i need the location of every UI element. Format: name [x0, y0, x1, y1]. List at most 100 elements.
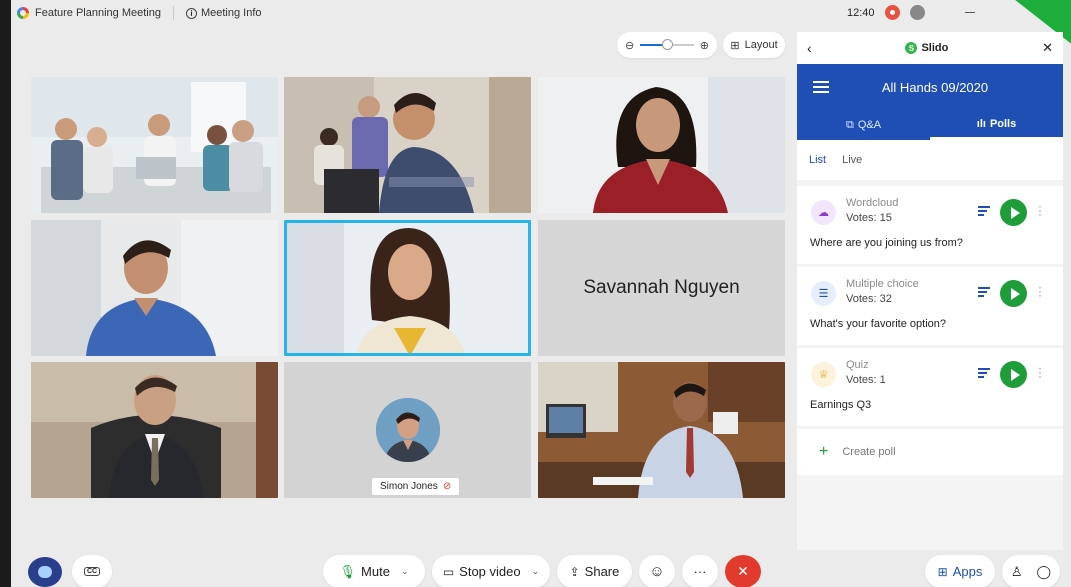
- share-icon: ⇪: [569, 564, 580, 579]
- video-tile-man-office-desk[interactable]: [538, 362, 785, 498]
- closed-captions-icon: CC: [83, 567, 101, 576]
- more-options-icon[interactable]: · · ·: [1038, 362, 1042, 382]
- activate-poll-button[interactable]: [1000, 280, 1027, 307]
- poll-type: Multiple choice: [846, 278, 919, 290]
- avatar: [376, 398, 440, 462]
- man-suit-video: [31, 362, 278, 498]
- activate-poll-button[interactable]: [1000, 199, 1027, 226]
- plus-icon: +: [819, 443, 829, 460]
- video-tile-man-suit[interactable]: [31, 362, 278, 498]
- slido-title: S Slido: [905, 42, 948, 54]
- assistant-bot-icon[interactable]: [28, 557, 62, 587]
- apps-button[interactable]: ⊞ Apps: [925, 555, 995, 587]
- back-icon[interactable]: ‹: [807, 40, 812, 56]
- stop-video-button[interactable]: ▭ Stop video ⌄: [432, 555, 550, 587]
- stop-video-label: Stop video: [459, 564, 521, 579]
- participant-name: Simon Jones: [380, 481, 438, 492]
- poll-card-multiple-choice[interactable]: ☰ Multiple choice Votes: 32 What's your …: [797, 267, 1063, 345]
- meeting-window: Feature Planning Meeting i Meeting Info …: [11, 0, 1071, 587]
- participants-chat-group: ♙ ◯: [1002, 555, 1060, 587]
- tab-polls[interactable]: ılı Polls: [930, 110, 1063, 140]
- close-icon[interactable]: ✕: [1042, 40, 1053, 56]
- video-tile-active-speaker[interactable]: [284, 220, 531, 356]
- mute-label: Mute: [361, 564, 390, 579]
- zoom-in-icon[interactable]: ⊕: [700, 39, 709, 52]
- video-tile-woman-red[interactable]: [538, 77, 785, 213]
- subtab-live[interactable]: Live: [842, 154, 862, 166]
- info-icon: i: [185, 7, 197, 19]
- mic-muted-icon: ⊘: [442, 481, 452, 492]
- event-banner: All Hands 09/2020 ⧉ Q&A ılı Polls: [797, 64, 1063, 140]
- close-icon: ✕: [737, 563, 749, 579]
- apps-label: Apps: [952, 564, 983, 579]
- participant-name: Savannah Nguyen: [583, 277, 740, 298]
- poll-votes: Votes: 1: [846, 374, 886, 386]
- video-tile-conference-room[interactable]: [31, 77, 278, 213]
- cloud-icon: ☁: [811, 200, 836, 225]
- compass-icon[interactable]: [909, 5, 925, 20]
- slido-logo-icon: S: [905, 42, 918, 54]
- slido-panel: ‹ S Slido ✕ All Hands 09/2020 ⧉ Q&A ılı …: [797, 32, 1063, 550]
- poll-votes: Votes: 15: [846, 212, 892, 224]
- meeting-info-link[interactable]: i Meeting Info: [185, 7, 262, 19]
- video-tile-savannah[interactable]: Savannah Nguyen: [538, 220, 785, 356]
- tab-polls-label: Polls: [989, 117, 1017, 130]
- poll-card-wordcloud[interactable]: ☁ Wordcloud Votes: 15 Where are you join…: [797, 186, 1063, 264]
- results-icon[interactable]: [978, 206, 990, 218]
- reactions-button[interactable]: ☺: [639, 555, 675, 587]
- qa-icon: ⧉: [845, 118, 854, 131]
- tab-qa-label: Q&A: [857, 119, 882, 131]
- video-tile-office-man[interactable]: [284, 77, 531, 213]
- video-tile-simon[interactable]: Simon Jones ⊘: [284, 362, 531, 498]
- activate-poll-button[interactable]: [1000, 361, 1027, 388]
- participants-icon[interactable]: ♙: [1011, 564, 1023, 580]
- layout-button[interactable]: ⊞ Layout: [723, 32, 785, 58]
- app-logo-icon: [17, 7, 29, 19]
- zoom-slider-knob[interactable]: [662, 39, 673, 50]
- tab-qa[interactable]: ⧉ Q&A: [797, 110, 930, 140]
- more-options-button[interactable]: ···: [682, 555, 718, 587]
- poll-subtabs: List Live: [797, 140, 1063, 180]
- avatar-photo: [376, 398, 440, 462]
- bar-chart-icon: ılı: [976, 117, 986, 130]
- zoom-out-icon[interactable]: ⊖: [625, 39, 634, 52]
- create-poll-label: Create poll: [842, 446, 896, 458]
- share-label: Share: [584, 564, 620, 579]
- closed-captions-button[interactable]: CC: [72, 555, 112, 587]
- poll-list: ☁ Wordcloud Votes: 15 Where are you join…: [797, 180, 1063, 550]
- slido-panel-header: ‹ S Slido ✕: [797, 32, 1063, 64]
- poll-question: What's your favorite option?: [810, 318, 947, 330]
- event-title: All Hands 09/2020: [881, 80, 989, 95]
- slido-tabs: ⧉ Q&A ılı Polls: [797, 110, 1063, 140]
- results-icon[interactable]: [978, 368, 990, 380]
- mute-button[interactable]: 🎙 Mute ⌄: [323, 555, 425, 587]
- zoom-slider[interactable]: [640, 39, 694, 50]
- active-speaker-video: [284, 220, 531, 356]
- chevron-down-icon[interactable]: ⌄: [401, 566, 409, 577]
- slido-title-label: Slido: [921, 42, 949, 54]
- results-icon[interactable]: [978, 287, 990, 299]
- subtab-list[interactable]: List: [809, 154, 826, 166]
- grid-icon: ⊞: [730, 39, 740, 52]
- zoom-control: ⊖ ⊕: [617, 32, 717, 58]
- titlebar-status: 12:40: [847, 5, 975, 20]
- create-poll-button[interactable]: + Create poll: [797, 429, 1063, 475]
- poll-card-quiz[interactable]: ♕ Quiz Votes: 1 Earnings Q3 · · ·: [797, 348, 1063, 426]
- clock: 12:40: [847, 6, 875, 19]
- trophy-icon: ♕: [811, 362, 836, 387]
- video-tile-man-blue-shirt[interactable]: [31, 220, 278, 356]
- chat-icon[interactable]: ◯: [1037, 564, 1052, 580]
- minimize-icon[interactable]: [964, 12, 975, 13]
- share-button[interactable]: ⇪ Share: [557, 555, 632, 587]
- end-call-button[interactable]: ✕: [725, 555, 761, 587]
- office-man-video: [284, 77, 531, 213]
- more-options-label: ···: [693, 564, 707, 579]
- recording-icon[interactable]: [884, 5, 900, 20]
- chevron-down-icon[interactable]: ⌄: [532, 566, 540, 577]
- more-options-icon[interactable]: · · ·: [1038, 281, 1042, 301]
- poll-question: Where are you joining us from?: [810, 237, 963, 249]
- man-blue-shirt-video: [31, 220, 278, 356]
- more-options-icon[interactable]: · · ·: [1038, 200, 1042, 220]
- apps-grid-icon: ⊞: [937, 564, 948, 579]
- smiley-icon: ☺: [649, 563, 665, 580]
